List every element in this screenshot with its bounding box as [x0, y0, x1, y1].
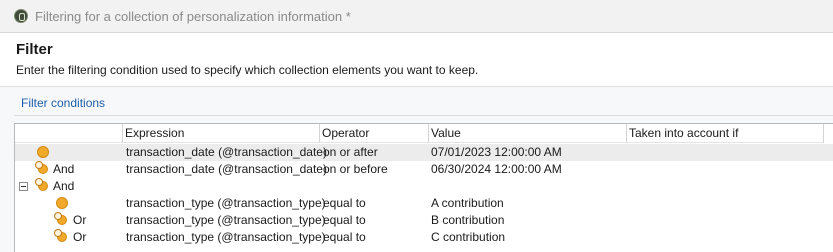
conditions-tree[interactable]: Expression Operator Value Taken into acc… [14, 123, 833, 252]
condition-expression: transaction_type (@transaction_type) [126, 213, 326, 227]
condition-value: 06/30/2024 12:00:00 AM [431, 162, 562, 176]
condition-row[interactable]: Or transaction_type (@transaction_type) … [15, 212, 833, 229]
condition-icon [56, 197, 68, 209]
page-title: Filter [16, 41, 53, 58]
condition-operator: on or after [323, 145, 378, 159]
window-titlebar: Filtering for a collection of personaliz… [0, 0, 833, 33]
condition-icon [37, 146, 49, 158]
condition-connector: And [53, 179, 75, 193]
condition-value: A contribution [431, 196, 504, 210]
condition-expression: transaction_date (@transaction_date) [126, 162, 327, 176]
condition-expression: transaction_date (@transaction_date) [126, 145, 327, 159]
linked-condition-icon [35, 178, 49, 192]
condition-connector: Or [73, 213, 87, 227]
app-icon [14, 9, 28, 23]
column-header-taken-into-account[interactable]: Taken into account if [626, 124, 824, 143]
condition-row[interactable]: And transaction_date (@transaction_date)… [15, 161, 833, 178]
condition-row[interactable]: transaction_date (@transaction_date) on … [15, 144, 833, 161]
window-title: Filtering for a collection of personaliz… [35, 9, 351, 24]
condition-expression: transaction_type (@transaction_type) [126, 196, 326, 210]
column-separator[interactable] [823, 124, 824, 143]
condition-value: C contribution [431, 230, 506, 244]
condition-value: B contribution [431, 213, 505, 227]
column-header-expression[interactable]: Expression [122, 124, 320, 143]
filter-conditions-link[interactable]: Filter conditions [21, 96, 105, 110]
column-header-connector [15, 124, 123, 143]
column-header-value[interactable]: Value [428, 124, 626, 143]
linked-condition-icon [54, 212, 68, 226]
condition-connector: And [53, 162, 75, 176]
dialog-header: Filter Enter the filtering condition use… [0, 33, 833, 87]
condition-value: 07/01/2023 12:00:00 AM [431, 145, 562, 159]
section-divider [14, 115, 833, 116]
condition-operator: on or before [323, 162, 388, 176]
condition-operator: equal to [323, 196, 366, 210]
condition-operator: equal to [323, 213, 366, 227]
collapse-toggle-icon[interactable] [19, 182, 28, 191]
condition-expression: transaction_type (@transaction_type) [126, 230, 326, 244]
page-description: Enter the filtering condition used to sp… [16, 63, 479, 77]
column-header-operator[interactable]: Operator [319, 124, 429, 143]
condition-row[interactable]: Or transaction_type (@transaction_type) … [15, 229, 833, 246]
condition-connector: Or [73, 230, 87, 244]
linked-condition-icon [54, 229, 68, 243]
linked-condition-icon [35, 161, 49, 175]
condition-operator: equal to [323, 230, 366, 244]
condition-group-row[interactable]: And [15, 178, 833, 195]
condition-row[interactable]: transaction_type (@transaction_type) equ… [15, 195, 833, 212]
